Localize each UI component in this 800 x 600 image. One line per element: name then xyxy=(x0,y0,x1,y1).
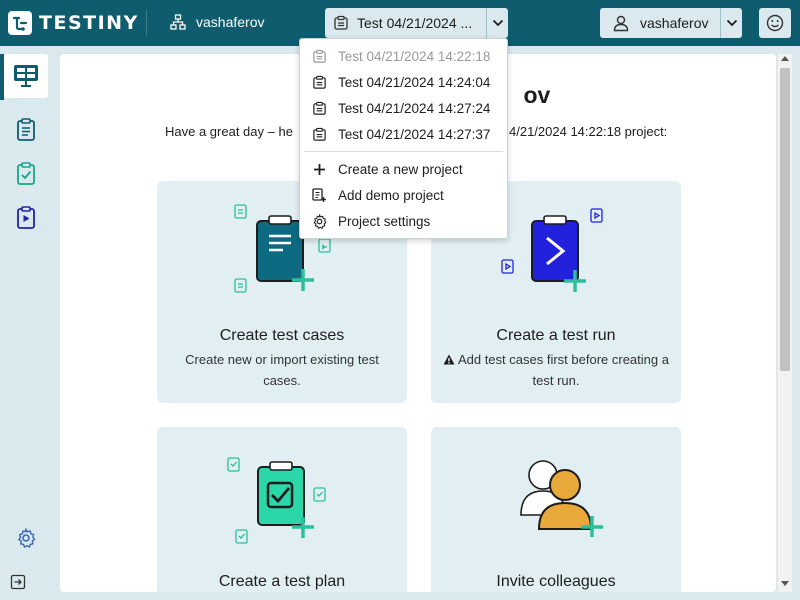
create-test-plan-card[interactable]: Create a test plan xyxy=(157,427,407,592)
user-menu-toggle[interactable] xyxy=(720,8,742,38)
project-menu-item[interactable]: Test 04/21/2024 14:24:04 xyxy=(300,69,507,95)
card-description: Add test cases first before creating a t… xyxy=(443,349,669,391)
testiny-logo[interactable]: TESTINY xyxy=(8,11,139,35)
project-icon xyxy=(312,127,326,141)
card-description: Create new or import existing test cases… xyxy=(185,352,379,388)
user-menu-button[interactable]: vashaferov xyxy=(600,8,742,38)
invite-colleagues-illustration xyxy=(520,460,603,537)
scroll-down-arrow-icon[interactable] xyxy=(781,581,789,586)
project-dropdown-toggle[interactable] xyxy=(486,8,508,38)
organization-icon xyxy=(170,14,186,30)
dashboard-icon xyxy=(14,65,38,87)
card-title: Invite colleagues xyxy=(496,573,616,590)
project-menu-label: Test 04/21/2024 14:27:24 xyxy=(338,100,491,116)
main-scrollbar[interactable] xyxy=(778,54,792,592)
test-cases-icon xyxy=(17,118,35,141)
project-menu-label: Test 04/21/2024 14:27:37 xyxy=(338,126,491,142)
chevron-down-icon xyxy=(726,19,737,27)
test-plans-icon xyxy=(17,162,35,185)
project-dropdown-menu: Test 04/21/2024 14:22:18 Test 04/21/2024… xyxy=(299,38,508,239)
logo-icon xyxy=(8,11,32,35)
sidebar-collapse-button[interactable] xyxy=(0,560,36,600)
project-menu-item[interactable]: Test 04/21/2024 14:27:24 xyxy=(300,95,507,121)
welcome-subtitle-right: 4/21/2024 14:22:18 project: xyxy=(509,124,668,139)
welcome-subtitle-left: Have a great day – he xyxy=(165,124,293,139)
project-icon xyxy=(312,101,326,115)
project-menu-label: Test 04/21/2024 14:24:04 xyxy=(338,74,491,90)
plus-icon xyxy=(313,163,325,175)
scroll-up-arrow-icon[interactable] xyxy=(781,56,789,61)
sidebar-item-test-cases[interactable] xyxy=(4,108,48,152)
project-settings-item[interactable]: Project settings xyxy=(300,208,507,234)
sidebar-item-dashboard[interactable] xyxy=(4,54,48,98)
scroll-thumb[interactable] xyxy=(780,68,790,371)
sidebar-item-settings[interactable] xyxy=(4,516,48,560)
project-menu-label: Test 04/21/2024 14:22:18 xyxy=(338,48,491,64)
user-icon xyxy=(613,15,629,32)
smiley-icon xyxy=(766,14,784,32)
sidebar-item-test-plans[interactable] xyxy=(4,152,48,196)
topbar-divider xyxy=(146,10,147,36)
test-plan-illustration xyxy=(227,457,326,544)
card-description-text: Add test cases first before creating a t… xyxy=(457,352,669,388)
project-selector-label: Test 04/21/2024 ... xyxy=(357,15,473,31)
project-icon xyxy=(312,75,326,89)
sidebar xyxy=(0,46,56,600)
test-runs-icon xyxy=(17,206,35,229)
gear-icon xyxy=(313,213,327,229)
brand-name: TESTINY xyxy=(39,12,139,34)
menu-label: Add demo project xyxy=(338,187,444,203)
organization-selector[interactable]: vashaferov xyxy=(170,14,264,30)
organization-name: vashaferov xyxy=(196,14,265,30)
user-name: vashaferov xyxy=(640,15,709,31)
project-menu-item[interactable]: Test 04/21/2024 14:27:37 xyxy=(300,121,507,147)
collapse-sidebar-icon xyxy=(10,574,26,590)
card-title: Create a test run xyxy=(496,327,616,344)
add-demo-project-item[interactable]: Add demo project xyxy=(300,182,507,208)
project-icon xyxy=(312,49,326,63)
project-icon xyxy=(334,15,348,30)
feedback-button[interactable] xyxy=(759,8,791,38)
create-new-project-item[interactable]: Create a new project xyxy=(300,156,507,182)
project-menu-item: Test 04/21/2024 14:22:18 xyxy=(300,43,507,69)
warning-icon xyxy=(443,354,455,365)
menu-label: Create a new project xyxy=(338,161,463,177)
card-title: Create a test plan xyxy=(218,573,346,590)
invite-colleagues-card[interactable]: Invite colleagues xyxy=(431,427,681,592)
demo-project-icon xyxy=(312,188,326,202)
chevron-down-icon xyxy=(492,19,503,27)
card-title: Create test cases xyxy=(219,327,345,344)
dropdown-divider xyxy=(304,151,503,152)
sidebar-item-test-runs[interactable] xyxy=(4,196,48,240)
project-selector[interactable]: Test 04/21/2024 ... xyxy=(325,8,508,38)
menu-label: Project settings xyxy=(338,213,431,229)
gear-icon xyxy=(18,528,36,548)
